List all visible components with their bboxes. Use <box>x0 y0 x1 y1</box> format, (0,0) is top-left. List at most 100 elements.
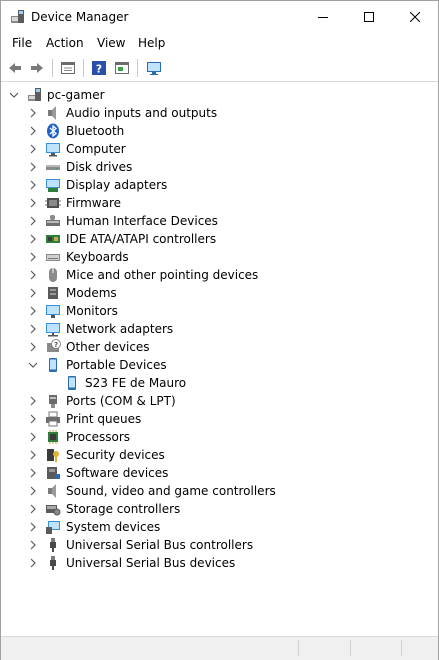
tree-node-category[interactable]: Network adapters <box>1 320 421 338</box>
scan-hardware-icon <box>147 62 161 75</box>
device-manager-app-icon <box>10 9 26 25</box>
tree-node-label: Firmware <box>66 196 121 210</box>
collapse-toggle[interactable] <box>8 89 20 101</box>
back-button[interactable] <box>5 58 25 78</box>
tree-node-category[interactable]: Bluetooth <box>1 122 421 140</box>
modem-icon <box>48 287 58 299</box>
svg-text:?: ? <box>54 341 58 349</box>
usb-icon <box>50 538 56 552</box>
menu-file[interactable]: File <box>12 35 32 51</box>
chevron-right-icon <box>30 324 36 334</box>
tree-node-category[interactable]: Human Interface Devices <box>1 212 421 230</box>
tree-node-category[interactable]: Mice and other pointing devices <box>1 266 421 284</box>
expand-toggle[interactable] <box>27 395 39 407</box>
tree-node-category[interactable]: Universal Serial Bus devices <box>1 554 421 572</box>
tree-node-category[interactable]: Keyboards <box>1 248 421 266</box>
expand-toggle[interactable] <box>27 413 39 425</box>
menu-view[interactable]: View <box>97 35 125 51</box>
menu-action[interactable]: Action <box>46 35 84 51</box>
title-bar[interactable]: Device Manager <box>1 1 438 32</box>
printer-icon <box>45 411 61 427</box>
chevron-right-icon <box>30 522 36 532</box>
chevron-down-icon <box>9 92 19 98</box>
forward-button[interactable] <box>27 58 47 78</box>
processor-icon <box>45 429 61 445</box>
tree-node-label: IDE ATA/ATAPI controllers <box>66 232 217 246</box>
help-button[interactable]: ? <box>89 58 109 78</box>
tree-node-category[interactable]: Display adapters <box>1 176 421 194</box>
chevron-right-icon <box>30 414 36 424</box>
collapse-toggle[interactable] <box>27 359 39 371</box>
tree-node-category[interactable]: Print queues <box>1 410 421 428</box>
expand-toggle[interactable] <box>27 449 39 461</box>
tree-node-category[interactable]: Ports (COM & LPT) <box>1 392 421 410</box>
computer-icon <box>46 143 60 157</box>
expand-toggle[interactable] <box>27 125 39 137</box>
maximize-button[interactable] <box>346 1 392 32</box>
expand-toggle[interactable] <box>27 341 39 353</box>
expand-toggle[interactable] <box>27 143 39 155</box>
expand-toggle[interactable] <box>27 539 39 551</box>
tree-node-category[interactable]: System devices <box>1 518 421 536</box>
monitor-icon <box>45 303 61 319</box>
expand-toggle[interactable] <box>27 557 39 569</box>
tree-node-category[interactable]: Storage controllers <box>1 500 421 518</box>
expand-toggle[interactable] <box>27 305 39 317</box>
expand-toggle[interactable] <box>27 179 39 191</box>
expand-toggle[interactable] <box>27 521 39 533</box>
mouse-icon <box>49 268 57 282</box>
close-button[interactable] <box>392 1 438 32</box>
expand-toggle[interactable] <box>27 161 39 173</box>
expand-toggle[interactable] <box>27 251 39 263</box>
tree-node-category[interactable]: Audio inputs and outputs <box>1 104 421 122</box>
tree-node-category[interactable]: Disk drives <box>1 158 421 176</box>
scan-hardware-button[interactable] <box>144 58 164 78</box>
tree-node-category[interactable]: Security devices <box>1 446 421 464</box>
chevron-right-icon <box>30 234 36 244</box>
chevron-right-icon <box>30 432 36 442</box>
toolbar-separator <box>52 59 53 77</box>
tree-node-category[interactable]: Universal Serial Bus controllers <box>1 536 421 554</box>
menu-help[interactable]: Help <box>138 35 165 51</box>
expand-toggle[interactable] <box>27 107 39 119</box>
device-tree[interactable]: pc-gamer Audio inputs and outputs Bluetoot… <box>1 83 438 635</box>
expand-toggle[interactable] <box>27 485 39 497</box>
update-driver-button[interactable] <box>112 58 132 78</box>
expand-toggle[interactable] <box>27 467 39 479</box>
tree-node-category[interactable]: Computer <box>1 140 421 158</box>
tree-root-node[interactable]: pc-gamer <box>1 86 421 104</box>
expand-toggle[interactable] <box>27 233 39 245</box>
tree-node-category[interactable]: Software devices <box>1 464 421 482</box>
other-devices-icon: ? <box>47 339 61 352</box>
toolbar: ? <box>1 55 438 82</box>
tree-node-category[interactable]: ? Other devices <box>1 338 421 356</box>
minimize-button[interactable] <box>300 1 346 32</box>
security-device-icon <box>47 449 59 462</box>
tree-node-category[interactable]: Modems <box>1 284 421 302</box>
expand-toggle[interactable] <box>27 323 39 335</box>
tree-node-label: pc-gamer <box>47 88 105 102</box>
menu-bar: File Action View Help <box>1 33 438 53</box>
tree-node-category[interactable]: Processors <box>1 428 421 446</box>
status-bar <box>1 636 438 660</box>
modem-icon <box>45 285 61 301</box>
tree-node-device[interactable]: S23 FE de Mauro <box>1 374 421 392</box>
tree-node-category[interactable]: Firmware <box>1 194 421 212</box>
properties-button[interactable] <box>58 58 78 78</box>
chevron-right-icon <box>30 270 36 280</box>
expand-toggle[interactable] <box>27 503 39 515</box>
expand-toggle[interactable] <box>27 197 39 209</box>
chevron-right-icon <box>30 198 36 208</box>
expand-toggle[interactable] <box>27 431 39 443</box>
tree-node-label: S23 FE de Mauro <box>85 376 187 390</box>
expand-toggle[interactable] <box>27 269 39 281</box>
firmware-icon <box>45 198 61 208</box>
tree-node-category[interactable]: Sound, video and game controllers <box>1 482 421 500</box>
tree-node-category[interactable]: Monitors <box>1 302 421 320</box>
chevron-right-icon <box>30 540 36 550</box>
tree-node-category[interactable]: Portable Devices <box>1 356 421 374</box>
expand-toggle[interactable] <box>27 287 39 299</box>
expand-toggle[interactable] <box>27 215 39 227</box>
tree-node-category[interactable]: IDE ATA/ATAPI controllers <box>1 230 421 248</box>
disk-drive-icon <box>45 159 61 175</box>
